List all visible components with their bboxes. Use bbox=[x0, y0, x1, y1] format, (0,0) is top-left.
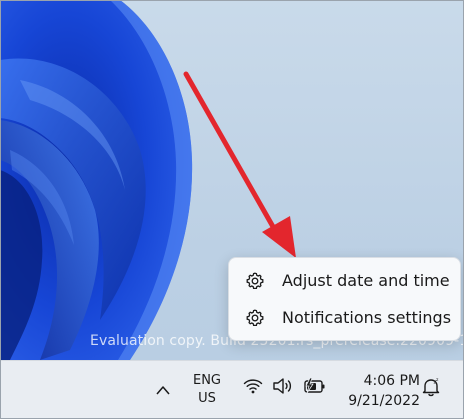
chevron-up-icon[interactable] bbox=[155, 381, 171, 395]
taskbar-clock[interactable]: 4:06 PM 9/21/2022 bbox=[340, 371, 420, 411]
tray-context-menu: Adjust date and time Notifications setti… bbox=[228, 257, 461, 341]
desktop-screen: Evaluation copy. Build 25201.rs_prerelea… bbox=[0, 0, 464, 419]
svg-text:z: z bbox=[436, 378, 439, 383]
gear-icon bbox=[245, 271, 265, 291]
taskbar: ENG US 4:06 PM 9/21/2022 z z bbox=[0, 360, 464, 419]
clock-date: 9/21/2022 bbox=[348, 393, 420, 409]
volume-icon[interactable] bbox=[272, 376, 294, 396]
wifi-icon[interactable] bbox=[243, 377, 263, 395]
clock-time: 4:06 PM bbox=[363, 373, 420, 389]
gear-icon bbox=[245, 308, 265, 328]
menu-item-label: Adjust date and time bbox=[282, 271, 450, 290]
battery-charging-icon[interactable] bbox=[302, 377, 326, 395]
menu-item-notifications-settings[interactable]: Notifications settings bbox=[229, 299, 460, 336]
language-code: ENG bbox=[192, 373, 221, 388]
menu-item-label: Notifications settings bbox=[282, 308, 452, 327]
language-region: US bbox=[198, 391, 216, 406]
notification-bell-icon[interactable]: z z bbox=[420, 376, 442, 398]
menu-item-adjust-date-time[interactable]: Adjust date and time bbox=[229, 262, 460, 299]
input-language-indicator[interactable]: ENG US bbox=[187, 372, 227, 408]
